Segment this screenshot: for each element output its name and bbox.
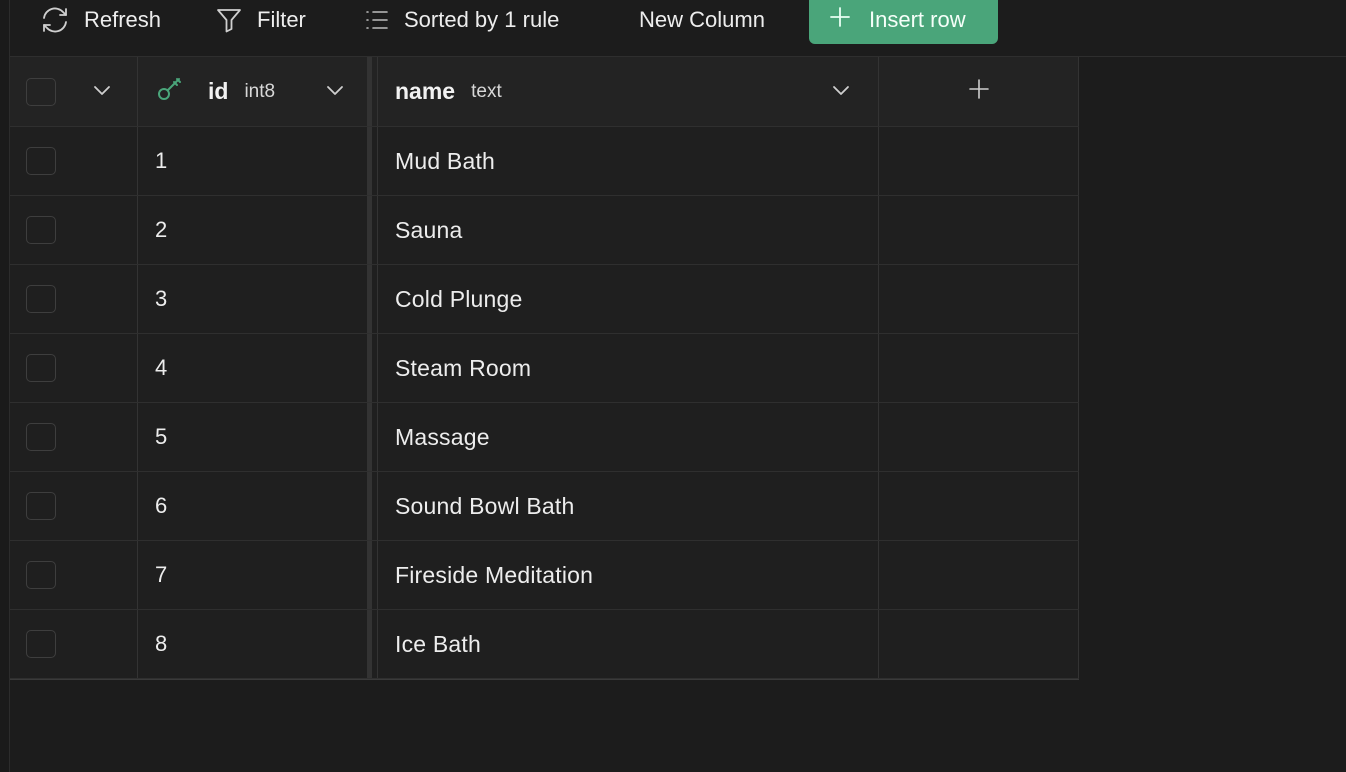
id-value: 7 — [155, 562, 168, 587]
column-header-name[interactable]: name text — [377, 57, 879, 126]
insert-row-label: Insert row — [869, 7, 966, 32]
empty-cell — [879, 541, 1079, 609]
data-grid: id int8 name text 1 Mud Bath 2 Sauna 3 C… — [10, 57, 1079, 680]
row-select-cell — [10, 127, 138, 195]
row-checkbox[interactable] — [26, 147, 56, 175]
row-select-cell — [10, 610, 138, 678]
id-value: 1 — [155, 148, 168, 173]
id-value: 5 — [155, 424, 168, 449]
chevron-down-icon[interactable] — [831, 83, 851, 102]
id-cell[interactable]: 7 — [138, 541, 372, 609]
row-checkbox[interactable] — [26, 285, 56, 313]
table-row[interactable]: 7 Fireside Meditation — [10, 540, 1079, 610]
table-row[interactable]: 2 Sauna — [10, 195, 1079, 265]
add-column-button[interactable] — [879, 57, 1079, 126]
name-cell[interactable]: Massage — [377, 403, 879, 471]
name-cell[interactable]: Sound Bowl Bath — [377, 472, 879, 540]
plus-icon — [829, 6, 851, 34]
name-cell[interactable]: Steam Room — [377, 334, 879, 402]
name-value: Massage — [395, 423, 490, 450]
empty-cell — [879, 127, 1079, 195]
chevron-down-icon[interactable] — [92, 83, 112, 102]
table-toolbar: Refresh Filter Sorted by 1 rule New Colu… — [10, 0, 1346, 57]
name-cell[interactable]: Mud Bath — [377, 127, 879, 195]
row-select-cell — [10, 196, 138, 264]
row-select-cell — [10, 334, 138, 402]
id-value: 2 — [155, 217, 168, 242]
name-value: Sauna — [395, 216, 463, 243]
empty-cell — [879, 196, 1079, 264]
table-row[interactable]: 1 Mud Bath — [10, 126, 1079, 196]
name-value: Fireside Meditation — [395, 561, 594, 588]
id-cell[interactable]: 1 — [138, 127, 372, 195]
select-all-cell — [10, 57, 138, 126]
name-value: Mud Bath — [395, 147, 496, 174]
row-checkbox[interactable] — [26, 423, 56, 451]
name-cell[interactable]: Fireside Meditation — [377, 541, 879, 609]
insert-row-button[interactable]: Insert row — [809, 0, 998, 44]
name-value: Ice Bath — [395, 630, 481, 657]
filter-label: Filter — [257, 7, 306, 32]
table-row[interactable]: 6 Sound Bowl Bath — [10, 471, 1079, 541]
empty-cell — [879, 334, 1079, 402]
column-name: id — [208, 78, 229, 104]
chevron-down-icon[interactable] — [325, 83, 345, 102]
name-cell[interactable]: Cold Plunge — [377, 265, 879, 333]
row-checkbox[interactable] — [26, 354, 56, 382]
id-value: 4 — [155, 355, 168, 380]
column-type: int8 — [244, 80, 276, 102]
column-header-id[interactable]: id int8 — [138, 57, 372, 126]
column-name: name — [395, 78, 456, 104]
select-all-checkbox[interactable] — [26, 77, 56, 106]
row-checkbox[interactable] — [26, 216, 56, 244]
empty-cell — [879, 265, 1079, 333]
plus-icon — [968, 78, 990, 105]
id-cell[interactable]: 5 — [138, 403, 372, 471]
left-rail — [0, 0, 10, 772]
table-row[interactable]: 3 Cold Plunge — [10, 264, 1079, 334]
name-value: Cold Plunge — [395, 285, 523, 312]
sort-button[interactable]: Sorted by 1 rule — [364, 0, 559, 40]
table-row[interactable]: 8 Ice Bath — [10, 609, 1079, 679]
header-row: id int8 name text — [10, 57, 1079, 127]
filter-icon — [215, 7, 243, 33]
id-value: 3 — [155, 286, 168, 311]
id-cell[interactable]: 6 — [138, 472, 372, 540]
refresh-button[interactable]: Refresh — [40, 0, 161, 40]
sort-list-icon — [364, 9, 390, 31]
empty-cell — [879, 610, 1079, 678]
id-value: 8 — [155, 631, 168, 656]
name-value: Sound Bowl Bath — [395, 492, 575, 519]
row-checkbox[interactable] — [26, 561, 56, 589]
refresh-label: Refresh — [84, 7, 162, 32]
new-column-label: New Column — [639, 7, 765, 32]
id-cell[interactable]: 2 — [138, 196, 372, 264]
column-type: text — [471, 80, 502, 102]
row-checkbox[interactable] — [26, 492, 56, 520]
table-row[interactable]: 5 Massage — [10, 402, 1079, 472]
row-select-cell — [10, 265, 138, 333]
row-select-cell — [10, 472, 138, 540]
table-row[interactable]: 4 Steam Room — [10, 333, 1079, 403]
new-column-button[interactable]: New Column — [639, 0, 765, 40]
filter-button[interactable]: Filter — [215, 0, 306, 40]
empty-cell — [879, 472, 1079, 540]
id-value: 6 — [155, 493, 168, 518]
name-cell[interactable]: Ice Bath — [377, 610, 879, 678]
row-select-cell — [10, 403, 138, 471]
primary-key-icon — [156, 76, 184, 107]
empty-cell — [879, 403, 1079, 471]
name-value: Steam Room — [395, 354, 532, 381]
row-checkbox[interactable] — [26, 630, 56, 658]
id-cell[interactable]: 4 — [138, 334, 372, 402]
name-cell[interactable]: Sauna — [377, 196, 879, 264]
row-select-cell — [10, 541, 138, 609]
id-cell[interactable]: 3 — [138, 265, 372, 333]
sort-label: Sorted by 1 rule — [404, 7, 560, 32]
id-cell[interactable]: 8 — [138, 610, 372, 678]
refresh-icon — [40, 6, 70, 34]
